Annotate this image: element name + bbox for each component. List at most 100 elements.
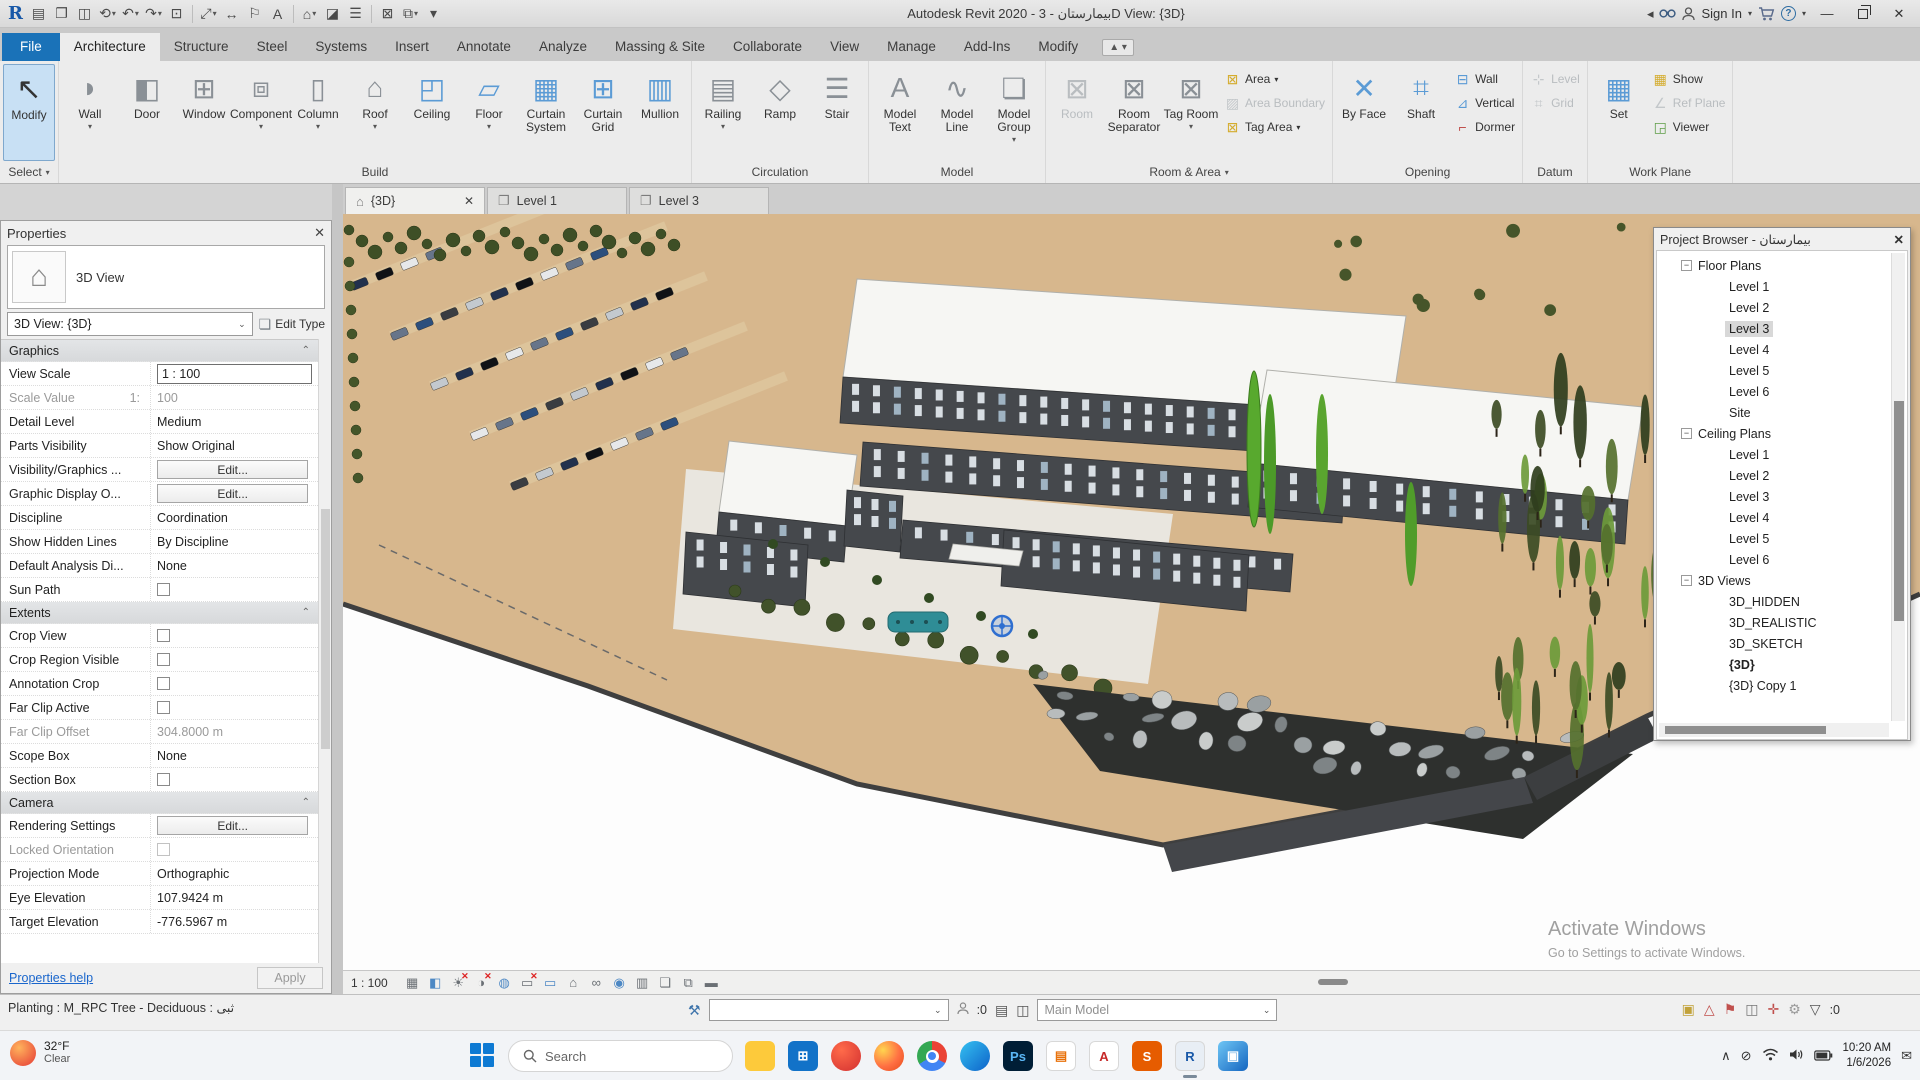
view-scale-value[interactable]: 1 : 100: [157, 364, 312, 384]
qat-revit-logo[interactable]: R: [4, 2, 27, 26]
collapse-icon[interactable]: −: [1681, 260, 1692, 271]
ribbon-tab-file[interactable]: File: [2, 33, 60, 61]
property-row[interactable]: Rendering SettingsEdit...: [1, 814, 318, 838]
property-row[interactable]: View Scale1 : 100: [1, 362, 318, 386]
taskbar-app-app-orange[interactable]: S: [1132, 1041, 1162, 1071]
taskbar-app-revit[interactable]: R: [1175, 1041, 1205, 1071]
checkbox[interactable]: [157, 653, 170, 666]
checkbox[interactable]: [157, 773, 170, 786]
view-tab--3d-[interactable]: ⌂{3D}✕: [345, 187, 485, 214]
ribbon-button-show[interactable]: ▦Show: [1648, 70, 1730, 88]
select-links-icon[interactable]: ▣: [1682, 1001, 1695, 1018]
ribbon-button-window[interactable]: ⊞Window: [176, 64, 232, 161]
vcb-show-crop-region-off-icon[interactable]: ▭: [541, 973, 560, 992]
tree-item-level-4[interactable]: Level 4: [1667, 339, 1891, 360]
tree-item-level-1[interactable]: Level 1: [1667, 444, 1891, 465]
ribbon-button-modify[interactable]: ↖Modify: [3, 64, 55, 161]
store-cart-icon[interactable]: [1758, 7, 1775, 21]
tree-item--3d-[interactable]: {3D}: [1667, 654, 1891, 675]
property-row[interactable]: Parts VisibilityShow Original: [1, 434, 318, 458]
ribbon-button-floor[interactable]: ▱Floor▾: [461, 64, 517, 161]
view-scale-button[interactable]: 1 : 100: [351, 976, 388, 990]
tree-item-level-1[interactable]: Level 1: [1667, 276, 1891, 297]
user-icon[interactable]: [1682, 7, 1695, 21]
vcb-shadows-off-icon[interactable]: ◑✕: [472, 973, 491, 992]
vcb-temporary-hide-isolate-icon[interactable]: ∞: [587, 973, 606, 992]
apply-button[interactable]: Apply: [257, 967, 323, 989]
ribbon-button-set[interactable]: ▦Set: [1591, 64, 1647, 161]
property-row[interactable]: Eye Elevation107.9424 m: [1, 886, 318, 910]
help-icon[interactable]: ?: [1781, 6, 1796, 21]
tree-item-level-6[interactable]: Level 6: [1667, 549, 1891, 570]
ribbon-button-door[interactable]: ◧Door: [119, 64, 175, 161]
ribbon-tab-annotate[interactable]: Annotate: [443, 33, 525, 61]
qat-default-3d-view[interactable]: ⌂▾: [298, 2, 321, 26]
ribbon-tab-architecture[interactable]: Architecture: [60, 33, 160, 61]
notification-center-icon[interactable]: ✉: [1901, 1048, 1912, 1064]
ribbon-button-model-group[interactable]: ❏Model Group▾: [986, 64, 1042, 161]
qat-close-hidden-windows[interactable]: ⊠: [376, 2, 399, 26]
properties-scrollbar[interactable]: [318, 339, 331, 963]
qat-text[interactable]: A: [266, 2, 289, 26]
edit-button[interactable]: Edit...: [157, 484, 308, 503]
vcb-show-rendering-dialog-icon[interactable]: ◍: [495, 973, 514, 992]
qat-save[interactable]: ◫: [73, 2, 96, 26]
ribbon-display-toggle[interactable]: ▲ ▾: [1102, 39, 1134, 56]
collapse-section-icon[interactable]: ⌃: [302, 345, 318, 356]
close-view-icon[interactable]: ✕: [464, 194, 474, 208]
tree-item-level-3[interactable]: Level 3: [1667, 318, 1891, 339]
taskbar-search-box[interactable]: Search: [508, 1040, 733, 1072]
ribbon-button-by-face[interactable]: ✕By Face: [1336, 64, 1392, 161]
tree-node-floor-plans[interactable]: −Floor Plans: [1667, 255, 1891, 276]
qat-section[interactable]: ◪: [321, 2, 344, 26]
volume-icon[interactable]: [1789, 1048, 1804, 1064]
project-browser-vscrollbar[interactable]: [1891, 253, 1905, 721]
taskbar-app-file-explorer[interactable]: [745, 1041, 775, 1071]
ribbon-button-wall[interactable]: ⊟Wall: [1450, 70, 1519, 88]
filter-icon[interactable]: ▽: [1810, 1001, 1821, 1018]
property-row[interactable]: Crop Region Visible: [1, 648, 318, 672]
collapse-icon[interactable]: −: [1681, 428, 1692, 439]
panel-label-model[interactable]: Model: [869, 161, 1045, 183]
vcb-camera-views-icon[interactable]: ⧉: [679, 973, 698, 992]
property-row[interactable]: Crop View: [1, 624, 318, 648]
ribbon-button-vertical[interactable]: ⊿Vertical: [1450, 94, 1519, 112]
panel-label-room-area[interactable]: Room & Area▾: [1046, 161, 1332, 183]
ribbon-button-viewer[interactable]: ◲Viewer: [1648, 118, 1730, 136]
tree-node-ceiling-plans[interactable]: −Ceiling Plans: [1667, 423, 1891, 444]
project-browser-close-icon[interactable]: ✕: [1894, 232, 1904, 247]
select-underlay-elements-icon[interactable]: △: [1704, 1001, 1715, 1018]
worksets-icon[interactable]: ⚒: [688, 1002, 701, 1019]
ribbon-button-ramp[interactable]: ◇Ramp: [752, 64, 808, 161]
minimize-button[interactable]: —: [1812, 2, 1842, 26]
qat-redo[interactable]: ↷▾: [142, 2, 165, 26]
ribbon-tab-add-ins[interactable]: Add-Ins: [950, 33, 1025, 61]
qat-thin-lines[interactable]: ☰: [344, 2, 367, 26]
taskbar-weather-widget[interactable]: 32°F Clear: [10, 1039, 70, 1067]
type-preview[interactable]: ⌂ 3D View: [7, 245, 325, 309]
edit-type-button[interactable]: ❏ Edit Type: [259, 316, 325, 333]
taskbar-app-microsoft-store[interactable]: ⊞: [788, 1041, 818, 1071]
drag-elements-on-selection-icon[interactable]: ✛: [1767, 1001, 1779, 1018]
tree-item-level-6[interactable]: Level 6: [1667, 381, 1891, 402]
property-row[interactable]: Scale Value1:100: [1, 386, 318, 410]
tree-item-3d-realistic[interactable]: 3D_REALISTIC: [1667, 612, 1891, 633]
taskbar-app-adobe-document[interactable]: ▤: [1046, 1041, 1076, 1071]
taskbar-app-photoshop[interactable]: Ps: [1003, 1041, 1033, 1071]
ribbon-tab-collaborate[interactable]: Collaborate: [719, 33, 816, 61]
tree-item-level-5[interactable]: Level 5: [1667, 528, 1891, 549]
vcb-reveal-hidden-elements-icon[interactable]: ◉: [610, 973, 629, 992]
close-button[interactable]: ✕: [1884, 2, 1914, 26]
edit-button[interactable]: Edit...: [157, 816, 308, 835]
battery-icon[interactable]: [1814, 1049, 1833, 1064]
taskbar-app-chrome[interactable]: [917, 1041, 947, 1071]
property-row[interactable]: Default Analysis Di...None: [1, 554, 318, 578]
collapse-arrow-icon[interactable]: ◂: [1647, 6, 1654, 22]
properties-help-link[interactable]: Properties help: [9, 971, 93, 985]
ribbon-button-roof[interactable]: ⌂Roof▾: [347, 64, 403, 161]
panel-label-datum[interactable]: Datum: [1523, 161, 1587, 183]
restore-button[interactable]: [1848, 2, 1878, 26]
ribbon-button-shaft[interactable]: ⌗Shaft: [1393, 64, 1449, 161]
qat-measure[interactable]: ⤢▾: [197, 2, 220, 26]
panel-label-work-plane[interactable]: Work Plane: [1588, 161, 1733, 183]
